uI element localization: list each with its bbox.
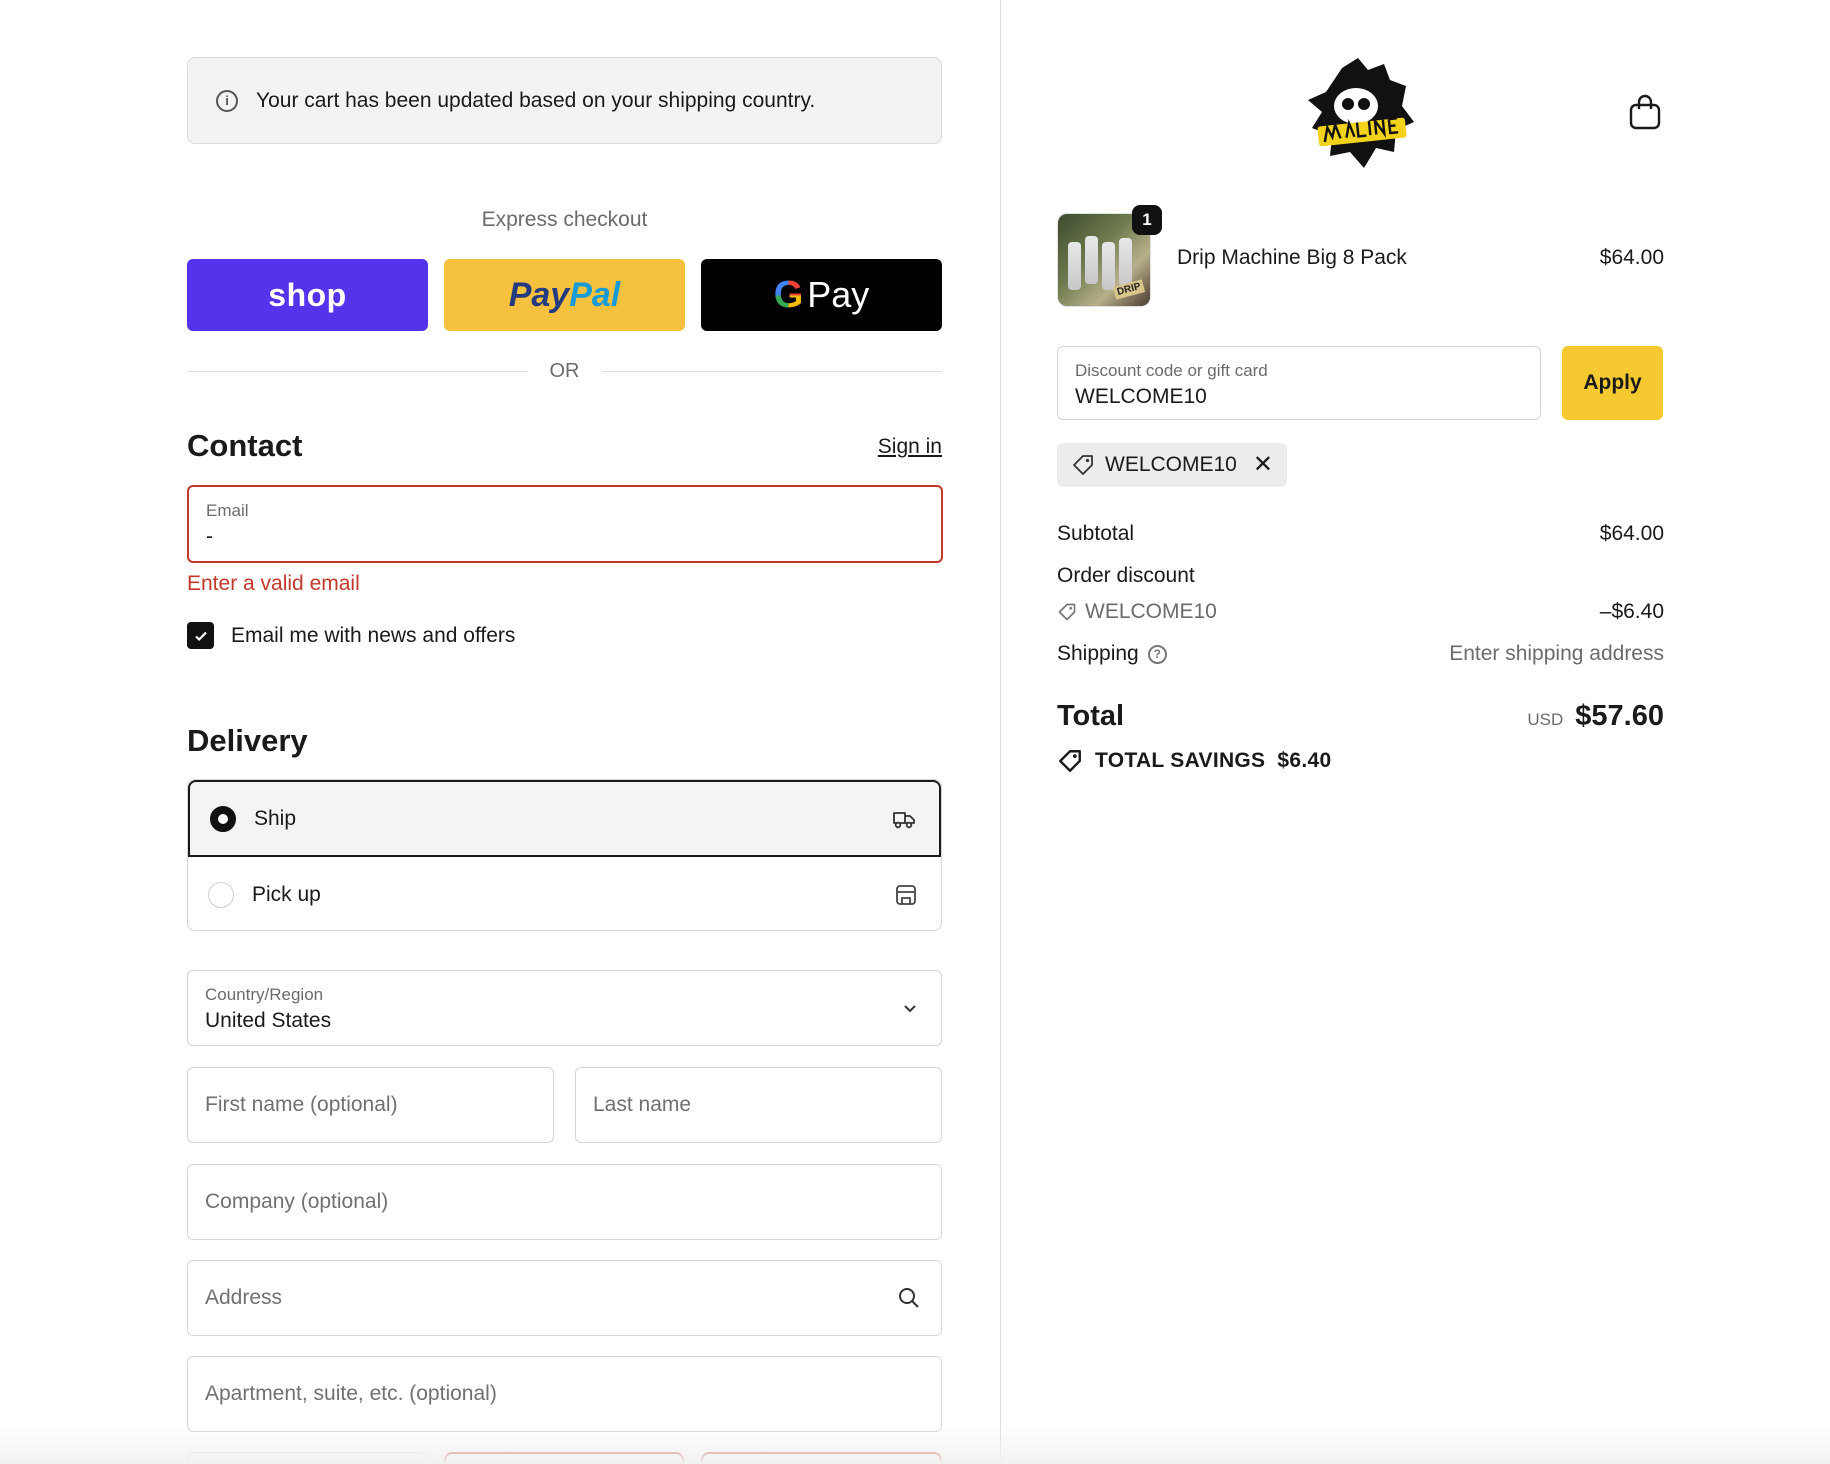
spray-can — [1119, 238, 1132, 286]
order-discount-code: WELCOME10 — [1085, 600, 1217, 623]
shop-pay-button[interactable]: shop — [187, 259, 428, 331]
subtotal-row: Subtotal $64.00 — [1057, 522, 1664, 546]
order-discount-amount: –$6.40 — [1599, 600, 1664, 623]
cart-updated-notice: i Your cart has been updated based on yo… — [187, 57, 942, 144]
apartment-placeholder: Apartment, suite, etc. (optional) — [205, 1382, 497, 1405]
email-field[interactable]: Email - — [187, 485, 943, 563]
address-field[interactable]: Address — [187, 1260, 942, 1336]
discount-label: Discount code or gift card — [1075, 361, 1268, 380]
city-field[interactable] — [187, 1452, 427, 1464]
info-icon: i — [216, 89, 238, 112]
tag-icon — [1073, 455, 1093, 475]
google-pay-label: Pay — [807, 274, 870, 315]
last-name-field[interactable]: Last name — [575, 1067, 942, 1143]
last-name-placeholder: Last name — [593, 1093, 692, 1116]
address-placeholder: Address — [205, 1286, 283, 1309]
newsletter-checkbox[interactable] — [187, 622, 214, 649]
notice-text: Your cart has been updated based on your… — [256, 88, 816, 112]
quantity-badge: 1 — [1132, 205, 1162, 235]
paypal-label-b: Pal — [569, 275, 621, 314]
shopping-bag-icon[interactable] — [1628, 94, 1662, 130]
order-discount-code-row: WELCOME10 –$6.40 — [1057, 600, 1664, 624]
ship-radio[interactable] — [210, 805, 236, 832]
total-amount: $57.60 — [1575, 700, 1664, 732]
email-value: - — [206, 525, 213, 548]
total-row: Total USD $57.60 — [1057, 700, 1664, 733]
or-text: OR — [549, 359, 580, 382]
store-icon — [896, 884, 916, 905]
applied-discount-chip: WELCOME10 ✕ — [1057, 443, 1287, 487]
apartment-field[interactable]: Apartment, suite, etc. (optional) — [187, 1356, 942, 1432]
store-logo[interactable] — [1298, 56, 1422, 172]
truck-icon — [893, 811, 915, 828]
pickup-label: Pick up — [252, 882, 321, 906]
savings-value: $6.40 — [1277, 749, 1332, 772]
paypal-label-a: Pay — [508, 275, 570, 314]
shop-pay-label: shop — [268, 276, 347, 313]
or-divider: OR — [187, 358, 942, 384]
shipping-label: Shipping — [1057, 642, 1139, 665]
spray-can — [1085, 236, 1098, 284]
checkmark-icon — [194, 631, 207, 641]
zip-field[interactable] — [701, 1452, 942, 1464]
delivery-option-pickup[interactable]: Pick up — [188, 857, 941, 930]
newsletter-checkbox-row[interactable]: Email me with news and offers — [187, 622, 515, 649]
ship-label: Ship — [254, 806, 297, 830]
newsletter-label: Email me with news and offers — [231, 623, 516, 647]
email-error-message: Enter a valid email — [187, 572, 360, 595]
order-discount-label: Order discount — [1057, 564, 1195, 587]
express-checkout-label: Express checkout — [481, 208, 648, 231]
spray-can — [1068, 242, 1081, 290]
tag-icon — [1058, 603, 1076, 621]
first-name-field[interactable]: First name (optional) — [187, 1067, 554, 1143]
checkout-form-panel: i Your cart has been updated based on yo… — [0, 0, 1000, 1464]
delivery-method-group: Ship Pick up — [187, 779, 942, 931]
country-label: Country/Region — [205, 985, 324, 1004]
company-placeholder: Company (optional) — [205, 1190, 389, 1213]
subtotal-label: Subtotal — [1057, 522, 1135, 545]
shipping-value: Enter shipping address — [1449, 642, 1664, 665]
order-discount-row: Order discount — [1057, 564, 1664, 588]
shipping-row: Shipping ? Enter shipping address — [1057, 642, 1664, 666]
total-savings: TOTAL SAVINGS $6.40 — [1057, 748, 1331, 774]
total-label: Total — [1057, 700, 1125, 732]
state-field[interactable] — [444, 1452, 684, 1464]
chevron-down-icon — [904, 1005, 916, 1013]
google-g-icon: G — [773, 273, 804, 316]
subtotal-value: $64.00 — [1599, 522, 1664, 545]
paypal-button[interactable]: Pay Pal — [444, 259, 685, 331]
thumbnail-label: DRIP — [1112, 279, 1146, 300]
country-value: United States — [205, 1009, 332, 1032]
savings-label: TOTAL SAVINGS — [1095, 749, 1266, 772]
product-price: $64.00 — [1599, 246, 1664, 269]
discount-value: WELCOME10 — [1075, 385, 1207, 408]
applied-code: WELCOME10 — [1105, 453, 1237, 476]
product-name: Drip Machine Big 8 Pack — [1177, 246, 1407, 269]
discount-code-input[interactable]: Discount code or gift card WELCOME10 — [1057, 346, 1541, 420]
pickup-radio[interactable] — [208, 881, 234, 908]
google-pay-button[interactable]: G Pay — [701, 259, 942, 331]
tag-icon — [1059, 750, 1081, 772]
apply-discount-button[interactable]: Apply — [1562, 346, 1663, 420]
spray-can — [1102, 242, 1115, 290]
email-label: Email — [206, 501, 249, 520]
company-field[interactable]: Company (optional) — [187, 1164, 942, 1240]
sign-in-link[interactable]: Sign in — [878, 435, 942, 459]
currency-code: USD — [1527, 710, 1564, 729]
contact-heading: Contact — [187, 428, 303, 463]
question-icon[interactable]: ? — [1147, 644, 1167, 664]
remove-discount-icon[interactable]: ✕ — [1253, 453, 1273, 477]
country-select[interactable]: Country/Region United States — [187, 970, 942, 1046]
first-name-placeholder: First name (optional) — [205, 1093, 398, 1116]
search-icon — [899, 1288, 919, 1308]
delivery-option-ship[interactable]: Ship — [188, 780, 941, 857]
delivery-heading: Delivery — [187, 723, 308, 758]
